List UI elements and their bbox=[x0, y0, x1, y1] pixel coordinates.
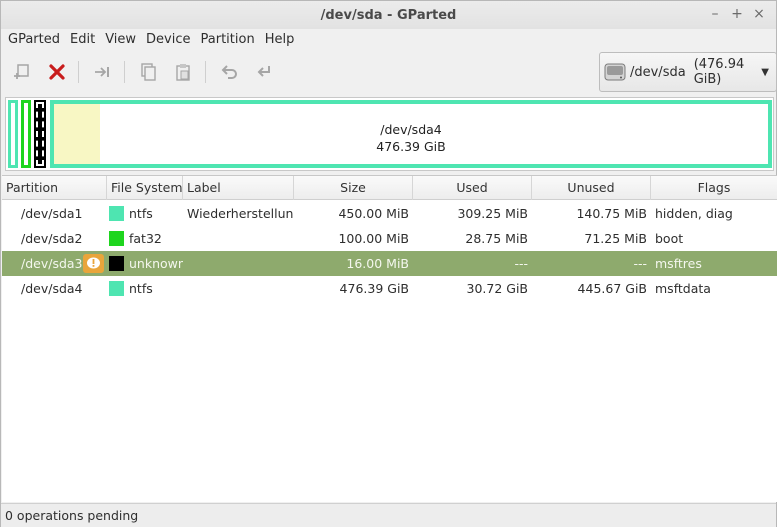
filesystem-color-swatch bbox=[109, 256, 124, 271]
partition-cell: /dev/sda2 bbox=[21, 231, 83, 246]
partition-map: /dev/sda4 476.39 GiB bbox=[5, 97, 774, 171]
col-header-flags[interactable]: Flags bbox=[651, 176, 777, 200]
used-cell: 30.72 GiB bbox=[466, 281, 529, 296]
window-title: /dev/sda - GParted bbox=[320, 7, 457, 23]
new-partition-button[interactable] bbox=[9, 59, 35, 85]
menu-partition[interactable]: Partition bbox=[196, 32, 260, 47]
table-row[interactable]: /dev/sda4 ntfs 476.39 GiB 30.72 GiB 445.67 G… bbox=[2, 276, 777, 301]
menu-device[interactable]: Device bbox=[141, 32, 195, 47]
partition-cell: /dev/sda3 bbox=[21, 256, 83, 271]
partition-cell: /dev/sda4 bbox=[21, 281, 83, 296]
gparted-window: /dev/sda - GParted – + × GParted Edit Vi… bbox=[0, 0, 777, 527]
filesystem-color-swatch bbox=[109, 281, 124, 296]
close-window-icon[interactable]: × bbox=[750, 5, 768, 23]
copy-icon bbox=[141, 63, 156, 81]
menu-edit[interactable]: Edit bbox=[65, 32, 100, 47]
paste-icon bbox=[176, 64, 190, 81]
hard-disk-icon bbox=[604, 63, 626, 81]
device-selector[interactable]: /dev/sda (476.94 GiB) ▼ bbox=[599, 52, 777, 92]
partition-cell: /dev/sda1 bbox=[21, 206, 83, 221]
selection-outline bbox=[36, 102, 44, 166]
filesystem-color-swatch bbox=[109, 231, 124, 246]
map-partition-size: 476.39 GiB bbox=[376, 139, 446, 154]
table-row[interactable]: /dev/sda1 ntfs Wiederherstellung 450.00 MiB… bbox=[2, 201, 777, 226]
operations-status: 0 operations pending bbox=[5, 508, 139, 523]
delete-icon bbox=[49, 64, 65, 80]
table-row[interactable]: /dev/sda3 unknown 16.00 MiB --- --- msftres bbox=[2, 251, 777, 276]
map-segment-label: /dev/sda4 476.39 GiB bbox=[54, 121, 768, 155]
filesystem-color-swatch bbox=[109, 206, 124, 221]
apply-icon bbox=[257, 66, 270, 77]
toolbar: /dev/sda (476.94 GiB) ▼ bbox=[1, 51, 777, 95]
col-header-partition[interactable]: Partition bbox=[2, 176, 107, 200]
map-segment-sda3[interactable] bbox=[34, 100, 46, 168]
chevron-down-icon: ▼ bbox=[761, 67, 769, 78]
table-row[interactable]: /dev/sda2 fat32 100.00 MiB 28.75 MiB 71.25 M… bbox=[2, 226, 777, 251]
map-segment-sda4[interactable]: /dev/sda4 476.39 GiB bbox=[50, 100, 772, 168]
used-cell: --- bbox=[514, 256, 528, 271]
title-bar: /dev/sda - GParted – + × bbox=[1, 1, 776, 29]
toolbar-separator bbox=[78, 61, 79, 83]
undo-icon bbox=[221, 65, 237, 79]
filesystem-cell: ntfs bbox=[129, 281, 153, 296]
window-controls: – + × bbox=[706, 5, 768, 23]
unused-cell: 445.67 GiB bbox=[577, 281, 647, 296]
filesystem-cell: fat32 bbox=[129, 231, 162, 246]
col-header-label[interactable]: Label bbox=[183, 176, 294, 200]
map-segment-sda1[interactable] bbox=[8, 100, 18, 168]
maximize-icon[interactable]: + bbox=[728, 5, 746, 23]
new-partition-icon bbox=[14, 64, 29, 79]
device-name: /dev/sda bbox=[629, 64, 686, 80]
flags-cell: boot bbox=[655, 231, 684, 246]
size-cell: 450.00 MiB bbox=[338, 206, 409, 221]
flags-cell: msftres bbox=[655, 256, 702, 271]
status-bar: 0 operations pending bbox=[1, 503, 776, 527]
label-cell bbox=[187, 226, 294, 251]
table-header: Partition File System Label Size Used Un… bbox=[2, 176, 777, 200]
minimize-icon[interactable]: – bbox=[706, 5, 724, 23]
size-cell: 16.00 MiB bbox=[346, 256, 409, 271]
menu-help[interactable]: Help bbox=[260, 32, 300, 47]
resize-move-button[interactable] bbox=[89, 59, 115, 85]
resize-move-icon bbox=[95, 67, 109, 77]
undo-button[interactable] bbox=[216, 59, 242, 85]
map-partition-name: /dev/sda4 bbox=[380, 122, 442, 137]
menu-bar: GParted Edit View Device Partition Help bbox=[1, 29, 776, 49]
copy-button[interactable] bbox=[135, 59, 161, 85]
label-cell bbox=[187, 276, 294, 301]
toolbar-separator bbox=[124, 61, 125, 83]
apply-button[interactable] bbox=[251, 59, 277, 85]
used-cell: 309.25 MiB bbox=[457, 206, 528, 221]
col-header-unused[interactable]: Unused bbox=[532, 176, 651, 200]
warning-icon bbox=[83, 254, 104, 273]
col-header-used[interactable]: Used bbox=[413, 176, 532, 200]
label-cell bbox=[187, 251, 294, 276]
label-cell: Wiederherstellung bbox=[187, 206, 294, 221]
map-segment-sda2[interactable] bbox=[21, 100, 31, 168]
toolbar-separator bbox=[205, 61, 206, 83]
menu-gparted[interactable]: GParted bbox=[3, 32, 65, 47]
filesystem-cell: ntfs bbox=[129, 206, 153, 221]
size-cell: 476.39 GiB bbox=[339, 281, 409, 296]
col-header-filesystem[interactable]: File System bbox=[107, 176, 183, 200]
menu-view[interactable]: View bbox=[100, 32, 141, 47]
col-header-size[interactable]: Size bbox=[294, 176, 413, 200]
flags-cell: msftdata bbox=[655, 281, 711, 296]
filesystem-cell: unknown bbox=[129, 256, 183, 271]
paste-button[interactable] bbox=[170, 59, 196, 85]
unused-cell: --- bbox=[633, 256, 647, 271]
size-cell: 100.00 MiB bbox=[338, 231, 409, 246]
delete-partition-button[interactable] bbox=[44, 59, 70, 85]
unused-cell: 140.75 MiB bbox=[576, 206, 647, 221]
unused-cell: 71.25 MiB bbox=[584, 231, 647, 246]
flags-cell: hidden, diag bbox=[655, 206, 733, 221]
used-cell: 28.75 MiB bbox=[465, 231, 528, 246]
partition-table: Partition File System Label Size Used Un… bbox=[2, 175, 777, 502]
